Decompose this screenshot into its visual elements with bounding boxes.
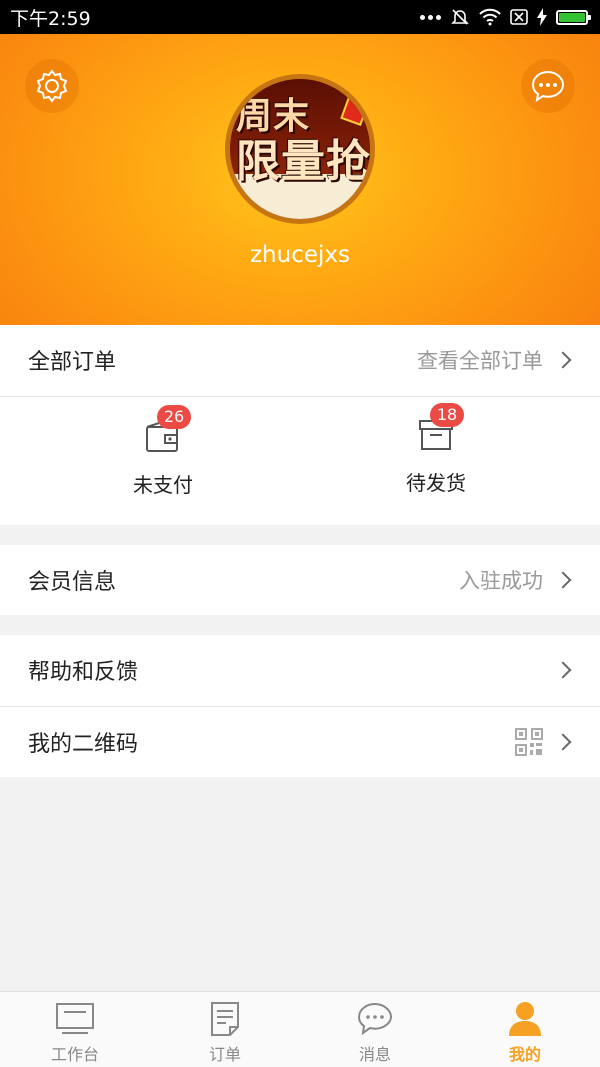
settings-button[interactable] <box>25 59 79 113</box>
chat-bubble-icon <box>531 70 565 103</box>
orders-card: 全部订单 查看全部订单 26 未支付 18 待发货 <box>0 325 600 525</box>
monitor-icon <box>56 1003 94 1034</box>
username: zhucejxs <box>249 242 350 268</box>
chat-bubble-icon <box>357 1002 393 1036</box>
status-icons <box>420 7 591 27</box>
tab-label: 工作台 <box>50 1045 99 1064</box>
tab-orders[interactable]: 订单 <box>150 992 300 1067</box>
bottom-tab-bar: 工作台 订单 消息 我的 <box>0 991 600 1067</box>
wifi-icon <box>479 8 501 26</box>
qrcode-icon <box>515 728 543 756</box>
chevron-right-icon <box>554 351 572 369</box>
status-bar: 下午2:59 <box>0 0 600 34</box>
chevron-right-icon <box>554 571 572 589</box>
more-dots-icon <box>420 14 441 20</box>
no-sim-icon <box>510 9 528 25</box>
member-status: 入驻成功 <box>459 569 543 593</box>
unpaid-count-badge: 26 <box>157 405 191 429</box>
tab-label: 我的 <box>508 1045 541 1064</box>
pending-shipment-label: 待发货 <box>406 471 466 495</box>
gear-icon <box>36 69 68 103</box>
tab-mine[interactable]: 我的 <box>450 992 600 1067</box>
settings-card: 帮助和反馈 我的二维码 <box>0 635 600 777</box>
pending-shipment-button[interactable]: 18 待发货 <box>366 403 506 496</box>
tab-label: 订单 <box>208 1045 241 1064</box>
my-qrcode-row[interactable]: 我的二维码 <box>0 707 600 777</box>
document-icon <box>211 1002 239 1036</box>
status-time: 下午2:59 <box>10 7 91 30</box>
avatar-image: 周末 限量抢 <box>230 79 370 219</box>
tab-workbench[interactable]: 工作台 <box>0 992 150 1067</box>
member-card: 会员信息 入驻成功 <box>0 545 600 615</box>
charging-icon <box>537 8 547 26</box>
unpaid-orders-button[interactable]: 26 未支付 <box>93 405 233 498</box>
member-info-title: 会员信息 <box>28 570 117 595</box>
all-orders-title: 全部订单 <box>28 350 117 375</box>
view-all-orders-link[interactable]: 查看全部订单 <box>417 345 543 375</box>
message-button[interactable] <box>521 59 575 113</box>
avatar[interactable]: 周末 限量抢 <box>225 74 375 224</box>
avatar-promo-line2: 限量抢 <box>236 136 370 187</box>
battery-icon <box>556 9 591 25</box>
unpaid-label: 未支付 <box>133 473 193 497</box>
mute-bell-icon <box>451 9 469 25</box>
tab-messages[interactable]: 消息 <box>300 992 450 1067</box>
chevron-right-icon <box>554 661 572 679</box>
help-feedback-title: 帮助和反馈 <box>28 660 139 685</box>
my-qrcode-title: 我的二维码 <box>28 732 139 757</box>
help-feedback-row[interactable]: 帮助和反馈 <box>0 635 600 705</box>
all-orders-row[interactable]: 全部订单 查看全部订单 <box>0 325 600 395</box>
divider <box>0 396 600 397</box>
member-info-row[interactable]: 会员信息 入驻成功 <box>0 545 600 615</box>
chevron-right-icon <box>554 733 572 751</box>
pending-shipment-count-badge: 18 <box>430 403 464 427</box>
tab-label: 消息 <box>358 1045 391 1064</box>
person-icon <box>509 1002 541 1036</box>
profile-header: 周末 限量抢 zhucejxs <box>0 34 600 325</box>
